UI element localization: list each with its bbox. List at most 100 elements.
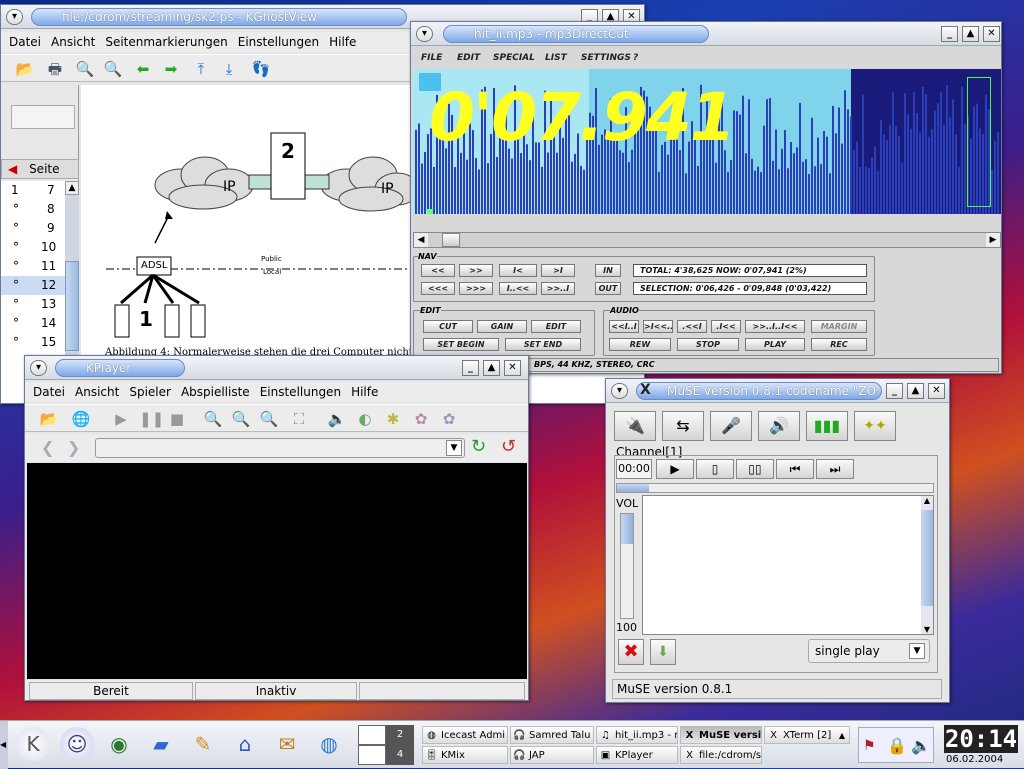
fullscreen-icon[interactable]: ⛶ bbox=[289, 409, 309, 429]
desktop-1[interactable]: 1 bbox=[358, 725, 386, 745]
import-icon[interactable]: ⬇ bbox=[650, 639, 676, 665]
forward-icon[interactable]: ❯ bbox=[67, 438, 80, 457]
chevron-down-icon[interactable]: ▼ bbox=[909, 643, 925, 659]
scroll-up-button[interactable]: ▲ bbox=[65, 181, 79, 195]
edit-button[interactable]: EDIT bbox=[531, 320, 581, 333]
menu-edit[interactable]: EDIT bbox=[457, 53, 480, 63]
maximize-button[interactable]: ▲ bbox=[962, 26, 979, 42]
zoom-in-icon[interactable]: 🔍 bbox=[203, 409, 223, 429]
prev-button[interactable]: ⏮ bbox=[776, 459, 814, 479]
rec-button[interactable]: REC bbox=[811, 338, 867, 351]
footprint-icon[interactable]: 👣 bbox=[251, 59, 271, 79]
waveform-area[interactable]: 0'07.941 bbox=[413, 69, 1001, 214]
open-url-icon[interactable]: 🌐 bbox=[71, 409, 91, 429]
plug-icon[interactable]: 🔌 bbox=[614, 411, 656, 441]
title-bar[interactable]: ▾ hit_ii.mp3 - mp3DirectCut _ ▲ ✕ bbox=[411, 22, 1001, 46]
play-to-begin-button[interactable]: .<<I bbox=[677, 320, 707, 333]
contrast-icon[interactable]: ✿ bbox=[411, 409, 431, 429]
menu-ansicht[interactable]: Ansicht bbox=[75, 385, 119, 399]
menu-hilfe[interactable]: Hilfe bbox=[351, 385, 378, 399]
scroll-up-button[interactable]: ▲ bbox=[921, 496, 933, 505]
levels-icon[interactable]: ▮▮▮ bbox=[806, 411, 848, 441]
pause-button[interactable]: ▯▯ bbox=[736, 459, 774, 479]
minimize-button[interactable]: _ bbox=[886, 383, 903, 399]
panel-handle[interactable]: ◀ bbox=[0, 721, 8, 769]
last-page-icon[interactable]: ⤓ bbox=[219, 59, 239, 79]
scroll-left-button[interactable]: ◀ bbox=[414, 233, 428, 247]
menu-help[interactable]: ? bbox=[633, 53, 638, 63]
playlist-area[interactable]: ▲ ▼ bbox=[642, 495, 934, 635]
saturation-icon[interactable]: ✿ bbox=[439, 409, 459, 429]
go-end-button[interactable]: >I bbox=[541, 264, 575, 277]
play-from-button[interactable]: >I<<.. bbox=[643, 320, 673, 333]
fast-rewind-button[interactable]: <<< bbox=[421, 282, 455, 295]
fast-forward-button[interactable]: >>> bbox=[459, 282, 493, 295]
refresh-icon[interactable]: ↻ bbox=[471, 436, 486, 457]
progress-handle[interactable] bbox=[617, 484, 649, 492]
wlan-icon[interactable]: ◉ bbox=[102, 727, 136, 761]
menu-ansicht[interactable]: Ansicht bbox=[51, 35, 95, 49]
desktop-4[interactable]: 4 bbox=[386, 745, 414, 765]
close-button[interactable]: ✕ bbox=[983, 26, 1000, 42]
forward-icon[interactable]: ➡ bbox=[161, 59, 181, 79]
stars-icon[interactable]: ✦✦ bbox=[854, 411, 896, 441]
out-button[interactable]: OUT bbox=[595, 282, 621, 295]
window-menu-button[interactable]: ▾ bbox=[30, 360, 47, 376]
video-area[interactable] bbox=[27, 463, 527, 679]
menu-abspielliste[interactable]: Abspielliste bbox=[181, 385, 250, 399]
set-end-button[interactable]: SET END bbox=[505, 338, 581, 351]
menu-file[interactable]: FILE bbox=[421, 53, 442, 63]
volume-slider[interactable] bbox=[620, 513, 634, 619]
konqueror-icon[interactable]: ◍ bbox=[312, 727, 346, 761]
scroll-right-button[interactable]: ▶ bbox=[986, 233, 1000, 247]
task-kghostview[interactable]: Xfile:/cdrom/st bbox=[680, 746, 762, 764]
minimize-button[interactable]: _ bbox=[941, 26, 958, 42]
task-muse[interactable]: X MuSE versi bbox=[680, 726, 762, 744]
lock-icon[interactable]: 🔒 bbox=[887, 736, 907, 755]
go-begin-button[interactable]: I< bbox=[499, 264, 537, 277]
playlist-scrollbar[interactable]: ▲ ▼ bbox=[921, 496, 933, 634]
list-item[interactable]: ° 10 bbox=[1, 238, 65, 257]
chevron-up-icon[interactable]: ▲ bbox=[839, 727, 845, 743]
kde-menu-icon[interactable]: K bbox=[16, 727, 50, 761]
scroll-down-button[interactable]: ▼ bbox=[921, 625, 933, 634]
play-selection-button[interactable]: >>..I..I<< bbox=[745, 320, 805, 333]
set-begin-button[interactable]: SET BEGIN bbox=[423, 338, 499, 351]
task-xterm[interactable]: X XTerm [2] ▲ bbox=[764, 726, 850, 744]
desktop-3[interactable]: 3 bbox=[358, 745, 386, 765]
menu-datei[interactable]: Datei bbox=[33, 385, 65, 399]
volume-icon[interactable]: 🔈 bbox=[327, 409, 347, 429]
list-item[interactable]: ° 15 bbox=[1, 333, 65, 352]
list-item[interactable]: ° 14 bbox=[1, 314, 65, 333]
rew-button[interactable]: REW bbox=[609, 338, 671, 351]
volume-handle[interactable] bbox=[621, 514, 633, 544]
first-page-icon[interactable]: ⤒ bbox=[191, 59, 211, 79]
menu-datei[interactable]: Datei bbox=[9, 35, 41, 49]
forward-button[interactable]: >> bbox=[459, 264, 493, 277]
task-kmix[interactable]: 🎚 KMix bbox=[422, 746, 508, 764]
playlist-combo[interactable]: ▼ bbox=[95, 438, 465, 458]
margin-button[interactable]: MARGIN bbox=[811, 320, 867, 333]
play-region-button[interactable]: <<I..I bbox=[609, 320, 639, 333]
window-menu-button[interactable]: ▾ bbox=[416, 26, 433, 42]
open-icon[interactable]: 📂 bbox=[39, 409, 59, 429]
menu-special[interactable]: SPECIAL bbox=[493, 53, 535, 63]
scroll-thumb[interactable] bbox=[921, 510, 933, 606]
list-item-selected[interactable]: ° 12 bbox=[1, 276, 65, 295]
next-cue-button[interactable]: >>..I bbox=[541, 282, 575, 295]
task-jap[interactable]: 🎧 JAP bbox=[510, 746, 594, 764]
balance-icon[interactable]: ◐ bbox=[355, 409, 375, 429]
flag-icon[interactable]: ⚑ bbox=[863, 738, 876, 754]
task-kplayer[interactable]: ▣ KPlayer bbox=[596, 746, 678, 764]
print-icon[interactable]: 🖶 bbox=[45, 59, 65, 79]
menu-spieler[interactable]: Spieler bbox=[129, 385, 171, 399]
list-item[interactable]: ° 9 bbox=[1, 219, 65, 238]
zoom-in-icon[interactable]: 🔍 bbox=[75, 59, 95, 79]
cut-button[interactable]: CUT bbox=[423, 320, 473, 333]
stop-button[interactable]: ▯ bbox=[696, 459, 734, 479]
maximize-button[interactable]: ▲ bbox=[907, 383, 924, 399]
menu-list[interactable]: LIST bbox=[545, 53, 567, 63]
gain-button[interactable]: GAIN bbox=[477, 320, 527, 333]
back-icon[interactable]: ⬅ bbox=[133, 59, 153, 79]
speaker-icon[interactable]: 🔊 bbox=[758, 411, 800, 441]
